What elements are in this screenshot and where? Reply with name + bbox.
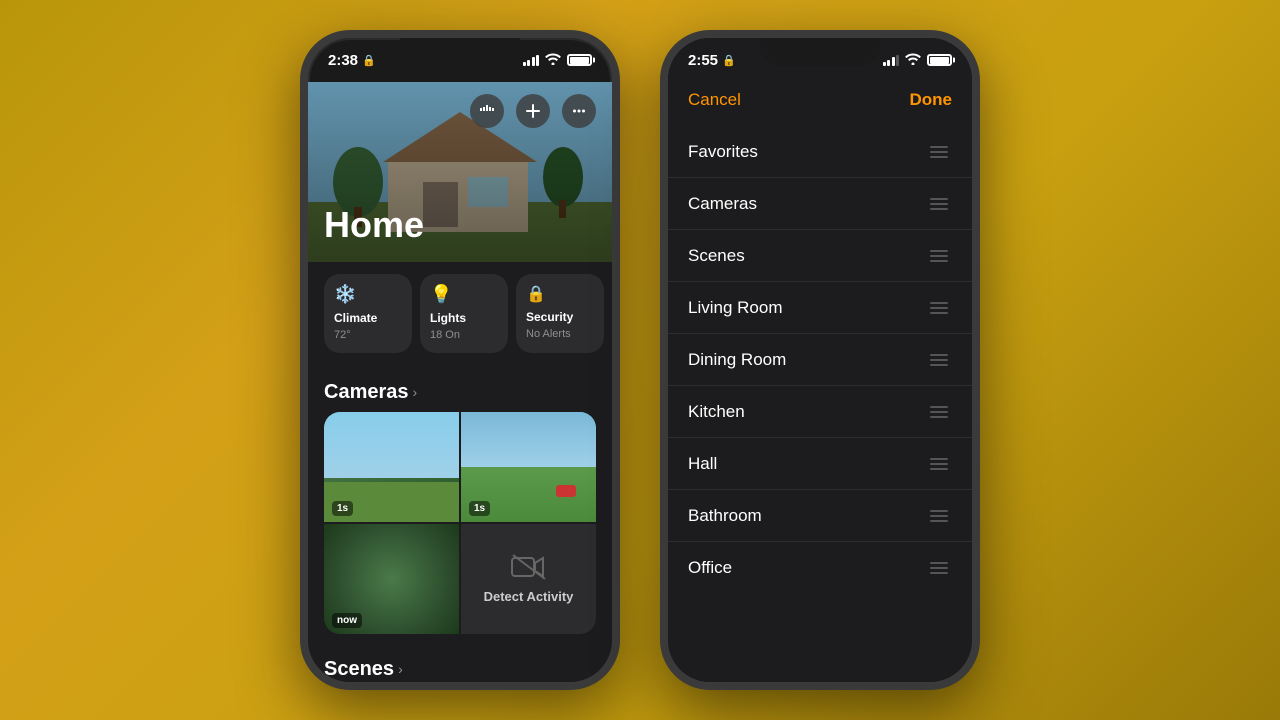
done-button[interactable]: Done: [910, 90, 953, 110]
bathroom-label: Bathroom: [688, 506, 762, 526]
climate-icon: ❄️: [334, 284, 356, 305]
wifi-icon-2: [905, 53, 921, 68]
scenes-label: Scenes: [688, 246, 745, 266]
battery-icon-2: [927, 54, 952, 66]
status-icons-1: [523, 53, 593, 68]
time-display: 2:38: [328, 52, 358, 69]
time-display-2: 2:55: [688, 52, 718, 69]
security-icon: 🔒: [526, 284, 546, 304]
office-handle[interactable]: [926, 558, 952, 578]
lights-icon: 💡: [430, 284, 452, 305]
waveform-button[interactable]: [470, 94, 504, 128]
camera-1[interactable]: 1s: [324, 412, 459, 522]
camera-3-timestamp: now: [332, 613, 362, 628]
signal-icon-2: [883, 55, 900, 66]
camera-4-detect-activity[interactable]: Detect Activity: [461, 524, 596, 634]
no-video-icon: [511, 553, 547, 581]
list-item-hall[interactable]: Hall: [668, 438, 972, 490]
list-item-office[interactable]: Office: [668, 542, 972, 594]
security-sub: No Alerts: [526, 328, 571, 341]
cameras-section-header[interactable]: Cameras ›: [308, 365, 612, 412]
list-item-kitchen[interactable]: Kitchen: [668, 386, 972, 438]
favorites-handle[interactable]: [926, 142, 952, 162]
status-time-2: 2:55 🔒: [688, 52, 736, 69]
battery-icon: [567, 54, 592, 66]
camera-1-timestamp: 1s: [332, 501, 353, 516]
phone-home: 2:38 🔒: [300, 30, 620, 690]
list-content: Cancel Done Favorites Cameras Scenes: [668, 38, 972, 682]
lights-sub: 18 On: [430, 329, 460, 342]
page-title: Home: [324, 204, 596, 246]
climate-label: Climate: [334, 311, 377, 325]
list-item-bathroom[interactable]: Bathroom: [668, 490, 972, 542]
hero-image: Home: [308, 82, 612, 262]
camera-3[interactable]: now: [324, 524, 459, 634]
security-tile[interactable]: 🔒 Security No Alerts: [516, 274, 604, 353]
home-title-area: Home: [308, 196, 612, 262]
kitchen-label: Kitchen: [688, 402, 745, 422]
hall-handle[interactable]: [926, 454, 952, 474]
status-time-1: 2:38 🔒: [328, 52, 376, 69]
office-label: Office: [688, 558, 732, 578]
list-item-dining-room[interactable]: Dining Room: [668, 334, 972, 386]
add-button[interactable]: [516, 94, 550, 128]
signal-icon: [523, 55, 540, 66]
lights-tile[interactable]: 💡 Lights 18 On: [420, 274, 508, 353]
cancel-button[interactable]: Cancel: [688, 90, 741, 110]
list-item-living-room[interactable]: Living Room: [668, 282, 972, 334]
lights-label: Lights: [430, 311, 466, 325]
home-header-buttons: [308, 82, 612, 136]
cameras-chevron: ›: [413, 384, 418, 400]
bathroom-handle[interactable]: [926, 506, 952, 526]
living-room-label: Living Room: [688, 298, 783, 318]
climate-tile[interactable]: ❄️ Climate 72°: [324, 274, 412, 353]
security-label: Security: [526, 310, 573, 324]
scenes-section-header[interactable]: Scenes ›: [308, 642, 612, 682]
scenes-handle[interactable]: [926, 246, 952, 266]
cameras-label: Cameras: [688, 194, 757, 214]
cameras-handle[interactable]: [926, 194, 952, 214]
room-list: Favorites Cameras Scenes Living Room: [668, 126, 972, 594]
phone-list: 2:55 🔒 Cancel: [660, 30, 980, 690]
camera-grid: 1s 1s now: [324, 412, 596, 634]
dining-room-label: Dining Room: [688, 350, 786, 370]
lock-status-icon: 🔒: [362, 54, 376, 67]
list-item-favorites[interactable]: Favorites: [668, 126, 972, 178]
scenes-section-title: Scenes: [324, 658, 394, 681]
camera-2[interactable]: 1s: [461, 412, 596, 522]
lock-status-icon-2: 🔒: [722, 54, 736, 67]
home-body: ❄️ Climate 72° 💡 Lights 18 On 🔒 Security…: [308, 262, 612, 682]
more-button[interactable]: [562, 94, 596, 128]
scenes-chevron: ›: [398, 661, 403, 677]
cameras-section-title: Cameras: [324, 381, 409, 404]
notch: [400, 38, 520, 66]
notch-2: [760, 38, 880, 66]
detect-activity-label: Detect Activity: [484, 589, 574, 604]
living-room-handle[interactable]: [926, 298, 952, 318]
dining-room-handle[interactable]: [926, 350, 952, 370]
list-item-cameras[interactable]: Cameras: [668, 178, 972, 230]
climate-sub: 72°: [334, 329, 351, 342]
status-icons-2: [883, 53, 953, 68]
favorites-label: Favorites: [688, 142, 758, 162]
wifi-icon: [545, 53, 561, 68]
kitchen-handle[interactable]: [926, 402, 952, 422]
home-scroll[interactable]: Home ❄️ Climate 72° 💡 Lights 18 On: [308, 82, 612, 682]
quick-tiles: ❄️ Climate 72° 💡 Lights 18 On 🔒 Security…: [308, 262, 612, 365]
list-item-scenes[interactable]: Scenes: [668, 230, 972, 282]
camera-2-timestamp: 1s: [469, 501, 490, 516]
hall-label: Hall: [688, 454, 717, 474]
